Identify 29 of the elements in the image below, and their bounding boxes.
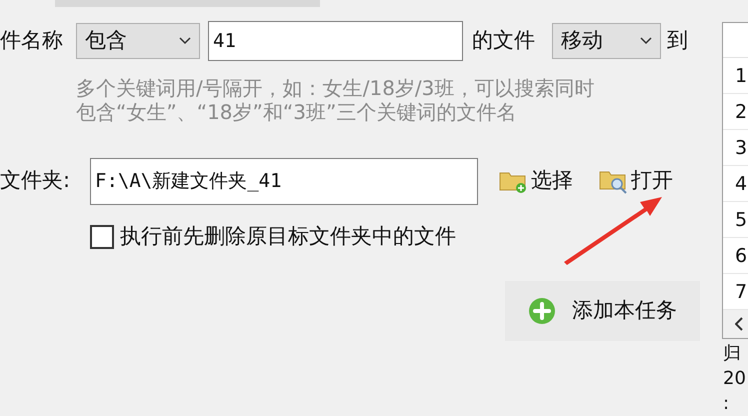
add-icon: [528, 296, 556, 324]
caret-icon: [640, 37, 652, 45]
match-dropdown[interactable]: 包含: [76, 23, 200, 59]
scroll-left-icon[interactable]: [735, 317, 743, 332]
summary-text: :: [723, 392, 730, 416]
row-number: 3: [735, 136, 748, 161]
folder-label: 文件夹:: [0, 167, 72, 194]
hint-text: 包含“女生”、“18岁”和“3班”三个关键词的文件名: [76, 100, 518, 124]
checkbox[interactable]: [90, 224, 114, 249]
summary-text: 20: [723, 367, 747, 391]
field-label: 到: [667, 27, 688, 54]
caret-icon: [179, 37, 191, 45]
summary-text: 归: [723, 342, 742, 366]
folder-path-field[interactable]: F:\A\新建文件夹_41: [90, 158, 478, 204]
row-number: 4: [735, 172, 748, 197]
hint-text: 多个关键词用/号隔开，如：女生/18岁/3班，可以搜索同时: [76, 76, 596, 100]
open-button[interactable]: 打开: [598, 165, 673, 197]
select-button[interactable]: 选择: [498, 165, 573, 197]
keyword-field[interactable]: 41: [208, 21, 463, 61]
action-dropdown[interactable]: 移动: [552, 23, 661, 59]
row-number: 7: [735, 280, 748, 305]
row-number: 5: [735, 208, 748, 233]
checkbox-label: 执行前先删除原目标文件夹中的文件: [120, 223, 456, 250]
add-task-button[interactable]: 添加本任务: [505, 280, 700, 340]
row-number: 1: [735, 64, 748, 89]
field-label: 件名称: [0, 27, 64, 54]
field-label: 的文件: [472, 27, 536, 54]
row-number: 2: [735, 100, 748, 125]
row-number: 6: [735, 244, 748, 269]
